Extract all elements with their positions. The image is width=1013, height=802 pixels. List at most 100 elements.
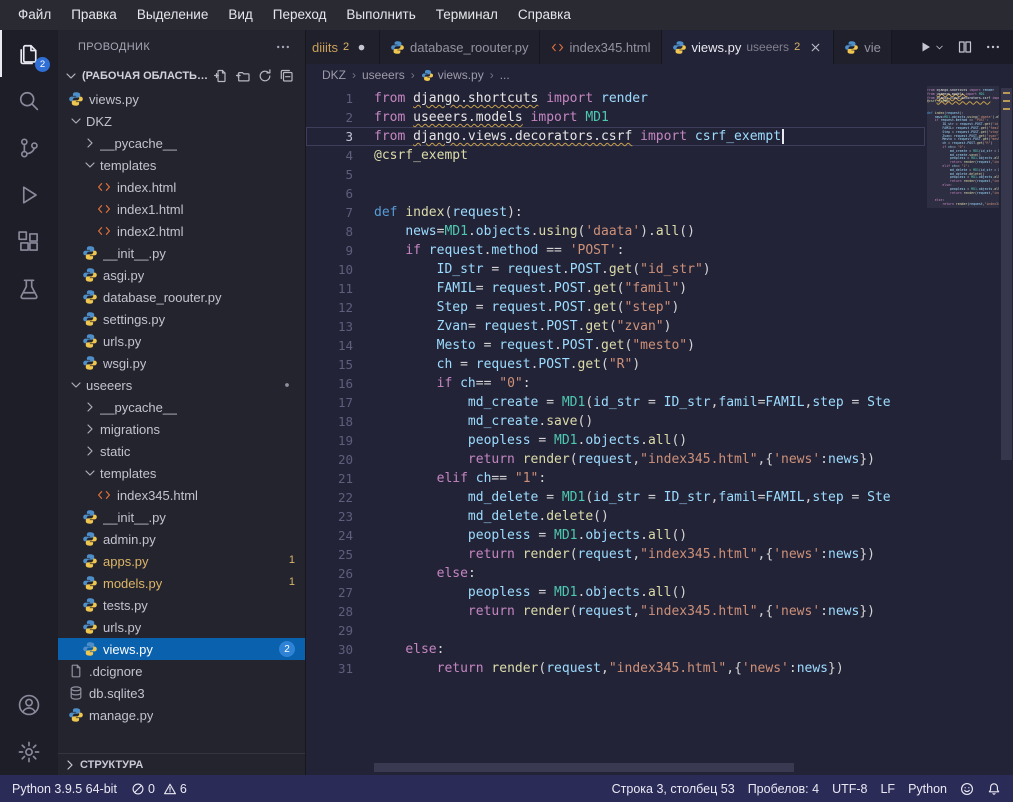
status-language-mode[interactable]: Python <box>908 782 947 796</box>
file-apps-py[interactable]: apps.py1 <box>58 550 305 572</box>
status-feedback[interactable] <box>960 782 974 796</box>
file-index-html[interactable]: index.html <box>58 176 305 198</box>
breadcrumb-item[interactable]: views.py <box>421 68 484 82</box>
line-text: return render(request,"index345.html",{'… <box>353 545 875 564</box>
menu-item-5[interactable]: Переход <box>263 0 337 30</box>
code-editor[interactable]: 1from django.shortcuts import render2fro… <box>306 89 925 761</box>
folder-templates[interactable]: templates <box>58 154 305 176</box>
status-cursor-position[interactable]: Строка 3, столбец 53 <box>612 782 735 796</box>
folder-pycache[interactable]: __pycache__ <box>58 132 305 154</box>
file-admin-py[interactable]: admin.py <box>58 528 305 550</box>
tab-vie[interactable]: vie <box>834 30 892 64</box>
ellipsis-icon[interactable] <box>985 39 1001 55</box>
activity-source-control[interactable] <box>0 124 58 171</box>
activity-explorer[interactable]: 2 <box>0 30 58 77</box>
status-indentation[interactable]: Пробелов: 4 <box>748 782 819 796</box>
line-number: 29 <box>306 621 353 640</box>
tab-database-roouter-py[interactable]: database_roouter.py <box>380 30 540 64</box>
line-number: 10 <box>306 260 353 279</box>
close-icon[interactable] <box>808 40 823 55</box>
status-python-interpreter[interactable]: Python 3.9.5 64-bit <box>12 782 117 796</box>
new-folder-icon[interactable] <box>232 68 253 84</box>
status-label: Пробелов: 4 <box>748 782 819 796</box>
activity-run-debug[interactable] <box>0 171 58 218</box>
breadcrumb-separator: › <box>411 68 415 82</box>
folder-static[interactable]: static <box>58 440 305 462</box>
folder-dkz[interactable]: DKZ <box>58 110 305 132</box>
file-views-py[interactable]: views.py2 <box>58 638 305 660</box>
tab-views-py[interactable]: views.pyuseeers2 <box>662 30 835 64</box>
file-init-py[interactable]: __init__.py <box>58 506 305 528</box>
file-index345-html[interactable]: index345.html <box>58 484 305 506</box>
minimap[interactable]: from django.shortcuts import renderfrom … <box>927 89 999 761</box>
file-wsgi-py[interactable]: wsgi.py <box>58 352 305 374</box>
breadcrumb-item[interactable]: useeers <box>362 68 405 82</box>
activity-settings[interactable] <box>0 728 58 775</box>
html-icon <box>96 487 112 503</box>
line-number: 18 <box>306 412 353 431</box>
line-number: 15 <box>306 355 353 374</box>
activity-extensions[interactable] <box>0 218 58 265</box>
vertical-scrollbar-thumb[interactable] <box>1001 88 1012 460</box>
outline-section[interactable]: СТРУКТУРА <box>58 753 305 775</box>
file-urls-py[interactable]: urls.py <box>58 330 305 352</box>
ellipsis-icon[interactable] <box>275 39 291 55</box>
activity-accounts[interactable] <box>0 681 58 728</box>
new-file-icon[interactable] <box>210 68 231 84</box>
menu-item-4[interactable]: Вид <box>218 0 262 30</box>
collapse-all-icon[interactable] <box>276 68 297 84</box>
horizontal-scrollbar-thumb[interactable] <box>374 763 794 772</box>
folder-useeers[interactable]: useeers <box>58 374 305 396</box>
activity-testing[interactable] <box>0 265 58 312</box>
file-db-sqlite3[interactable]: db.sqlite3 <box>58 682 305 704</box>
code-line: 17 md_create = MD1(id_str = ID_str,famil… <box>306 393 925 412</box>
file-init-py[interactable]: __init__.py <box>58 242 305 264</box>
tab-label: diiits <box>312 40 338 55</box>
status-encoding[interactable]: UTF-8 <box>832 782 867 796</box>
status-notifications[interactable] <box>987 782 1001 796</box>
file-asgi-py[interactable]: asgi.py <box>58 264 305 286</box>
file-index1-html[interactable]: index1.html <box>58 198 305 220</box>
run-button[interactable] <box>917 39 945 55</box>
menu-item-7[interactable]: Терминал <box>426 0 508 30</box>
tabbar: diiits2database_roouter.pyindex345.htmlv… <box>306 30 1013 64</box>
line-text: Step = request.POST.get("step") <box>353 298 679 317</box>
python-icon <box>82 311 98 327</box>
menu-item-6[interactable]: Выполнить <box>336 0 425 30</box>
status-count-label: 0 <box>148 782 155 796</box>
folder-templates[interactable]: templates <box>58 462 305 484</box>
menu-item-3[interactable]: Выделение <box>127 0 219 30</box>
menu-item-2[interactable]: Правка <box>61 0 127 30</box>
refresh-icon[interactable] <box>254 68 275 84</box>
feedback-icon <box>960 782 974 796</box>
activity-search[interactable] <box>0 77 58 124</box>
file-database-roouter-py[interactable]: database_roouter.py <box>58 286 305 308</box>
file-views-py[interactable]: views.py <box>58 88 305 110</box>
status-problems[interactable]: 06 <box>131 782 191 796</box>
menu-item-1[interactable]: Файл <box>8 0 61 30</box>
tab-index345-html[interactable]: index345.html <box>540 30 662 64</box>
tab-diiits[interactable]: diiits2 <box>306 30 380 64</box>
line-text: md_delete = MD1(id_str = ID_str,famil=FA… <box>353 488 891 507</box>
breadcrumb-separator: › <box>490 68 494 82</box>
file-settings-py[interactable]: settings.py <box>58 308 305 330</box>
file-models-py[interactable]: models.py1 <box>58 572 305 594</box>
file-urls-py[interactable]: urls.py <box>58 616 305 638</box>
file-label: settings.py <box>103 312 165 327</box>
file-manage-py[interactable]: manage.py <box>58 704 305 726</box>
split-icon[interactable] <box>957 39 973 55</box>
file-label: models.py <box>103 576 162 591</box>
file-index2-html[interactable]: index2.html <box>58 220 305 242</box>
status-eol[interactable]: LF <box>880 782 895 796</box>
line-text: if ch== "0": <box>353 374 531 393</box>
file-dcignore[interactable]: .dcignore <box>58 660 305 682</box>
horizontal-scrollbar <box>374 763 913 772</box>
folder-migrations[interactable]: migrations <box>58 418 305 440</box>
breadcrumb-item[interactable]: ... <box>500 68 510 82</box>
workspace-header[interactable]: (РАБОЧАЯ ОБЛАСТЬ) ... <box>58 64 305 88</box>
menu-item-8[interactable]: Справка <box>508 0 581 30</box>
file-tests-py[interactable]: tests.py <box>58 594 305 616</box>
breadcrumb-item[interactable]: DKZ <box>322 68 346 82</box>
file-label: views.py <box>89 92 139 107</box>
folder-pycache[interactable]: __pycache__ <box>58 396 305 418</box>
